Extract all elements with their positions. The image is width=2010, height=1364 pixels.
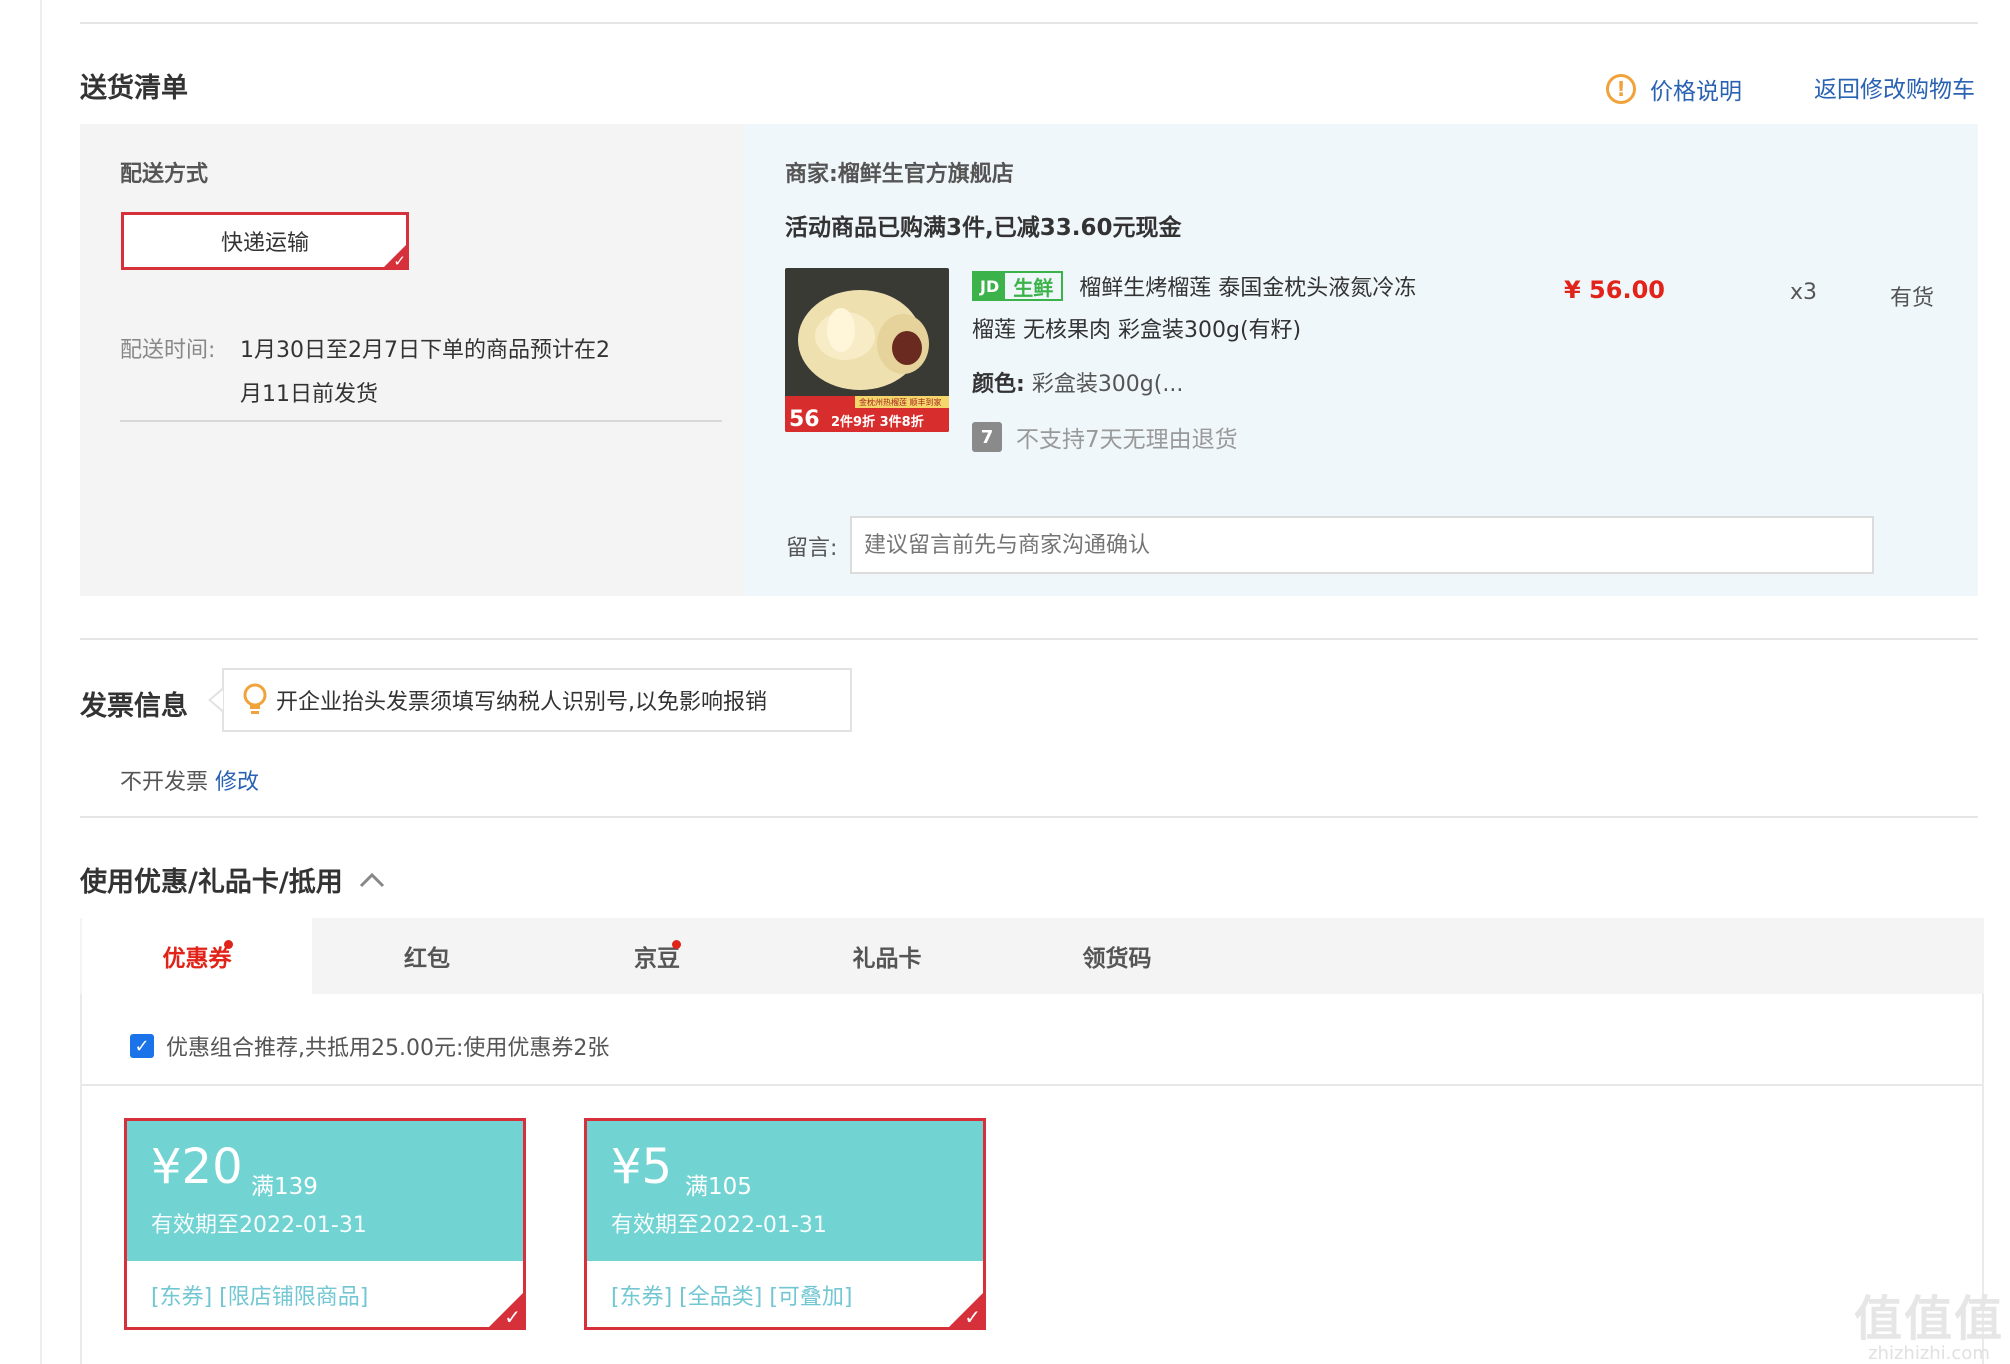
tab-gift-card[interactable]: 礼品卡 xyxy=(772,918,1002,994)
durian-image: 56 2件9折 3件8折 金枕州热榴莲 顺丰到家 xyxy=(785,268,949,432)
tab-gift-card-label: 礼品卡 xyxy=(852,946,922,972)
tab-jd-beans-dot xyxy=(672,940,681,949)
tip-arrow-inner xyxy=(211,690,223,710)
express-option-button[interactable]: 快递运输 ✓ xyxy=(121,212,409,270)
coupon-tags: [东券] [全品类] [可叠加] xyxy=(611,1285,853,1310)
tab-coupons-label: 优惠券 xyxy=(162,946,232,972)
coupon-validity: 有效期至2022-01-31 xyxy=(611,1213,827,1238)
invoice-status: 不开发票 xyxy=(120,770,209,795)
product-image[interactable]: 56 2件9折 3件8折 金枕州热榴莲 顺丰到家 xyxy=(785,268,949,432)
product-color-row: 颜色: 彩盒装300g(... xyxy=(972,366,1183,398)
fresh-badge-label: 生鲜 xyxy=(1013,275,1054,300)
coupon-amount: ¥5 xyxy=(611,1139,673,1195)
product-title-line2[interactable]: 榴莲 无核果肉 彩盒装300g(有籽) xyxy=(972,312,1301,344)
tab-jd-beans[interactable]: 京豆 xyxy=(542,918,772,994)
recommend-checkbox[interactable]: ✓ xyxy=(130,1034,154,1058)
coupon-selected-icon: ✓ xyxy=(946,1290,986,1330)
coupon-header: ¥20 满139 有效期至2022-01-31 xyxy=(127,1121,523,1261)
delivery-time-label: 配送时间: xyxy=(120,338,216,363)
delivery-time-line1: 1月30日至2月7日下单的商品预计在2 xyxy=(240,338,610,363)
price-note-label: 价格说明 xyxy=(1650,79,1742,105)
fresh-badge: JD 生鲜 xyxy=(972,271,1064,301)
fresh-icon: JD xyxy=(974,273,1006,299)
product-title-line1[interactable]: 榴鲜生烤榴莲 泰国金枕头液氮冷冻 xyxy=(1079,270,1416,302)
tab-coupons-dot xyxy=(224,940,233,949)
recommend-divider xyxy=(82,1084,1982,1086)
img-top: 金枕州热榴莲 顺丰到家 xyxy=(859,397,942,407)
discounts-title: 使用优惠/礼品卡/抵用 xyxy=(80,867,343,898)
color-label: 颜色: xyxy=(972,372,1025,397)
tab-coupons[interactable]: 优惠券 xyxy=(82,918,312,994)
message-input[interactable] xyxy=(850,516,1874,574)
back-to-cart-link[interactable]: 返回修改购物车 xyxy=(1814,70,1975,104)
tab-red-packet[interactable]: 红包 xyxy=(312,918,542,994)
shipping-method-label: 配送方式 xyxy=(120,162,209,187)
recommend-text: 优惠组合推荐,共抵用25.00元:使用优惠券2张 xyxy=(166,1036,610,1061)
coupon-condition: 满105 xyxy=(685,1174,752,1200)
invoice-tip: 开企业抬头发票须填写纳税人识别号,以免影响报销 xyxy=(222,668,852,732)
invoice-tip-text: 开企业抬头发票须填写纳税人识别号,以免影响报销 xyxy=(276,690,767,715)
watermark-url: zhizhizhi.com xyxy=(1868,1343,1990,1364)
tab-red-packet-label: 红包 xyxy=(404,946,450,972)
tab-pickup-code[interactable]: 领货码 xyxy=(1002,918,1232,994)
watermark-logo: 值值值 xyxy=(1853,1291,2004,1347)
product-price: ¥ 56.00 xyxy=(1564,276,1665,304)
return-policy-text: 不支持7天无理由退货 xyxy=(1016,427,1238,453)
coupon-card[interactable]: ¥20 满139 有效期至2022-01-31 [东券] [限店铺限商品] ✓ xyxy=(124,1118,526,1330)
tab-pickup-code-label: 领货码 xyxy=(1082,946,1152,972)
return-policy-row: 7 不支持7天无理由退货 xyxy=(972,420,1238,454)
delivery-title: 送货清单 xyxy=(80,73,188,104)
no-return-icon: 7 xyxy=(972,422,1002,452)
product-title-row: JD 生鲜 榴鲜生烤榴莲 泰国金枕头液氮冷冻 xyxy=(972,270,1416,302)
coupon-tags: [东券] [限店铺限商品] xyxy=(151,1285,369,1310)
invoice-status-row: 不开发票 修改 xyxy=(120,764,259,796)
watermark: 值值值 zhizhizhi.com xyxy=(1854,1295,2004,1364)
lightbulb-icon xyxy=(243,683,267,714)
merchant-name: 商家:榴鲜生官方旗舰店 xyxy=(785,162,1014,187)
warning-icon: ! xyxy=(1606,74,1636,104)
product-stock: 有货 xyxy=(1890,286,1935,311)
delivery-time-line2: 月11日前发货 xyxy=(240,382,378,407)
coupon-header: ¥5 满105 有效期至2022-01-31 xyxy=(587,1121,983,1261)
express-option-label: 快递运输 xyxy=(220,231,309,256)
promo-text: 活动商品已购满3件,已减33.60元现金 xyxy=(785,215,1182,241)
shipping-divider xyxy=(120,420,722,422)
divider-invoice xyxy=(80,638,1978,640)
price-note-link[interactable]: ! 价格说明 xyxy=(1606,72,1742,106)
divider-discounts xyxy=(80,816,1978,818)
coupon-condition: 满139 xyxy=(251,1174,318,1200)
coupon-selected-icon: ✓ xyxy=(486,1290,526,1330)
chevron-up-icon xyxy=(359,872,384,887)
img-price: 56 xyxy=(789,407,820,432)
coupon-card[interactable]: ¥5 满105 有效期至2022-01-31 [东券] [全品类] [可叠加] … xyxy=(584,1118,986,1330)
invoice-title: 发票信息 xyxy=(80,691,188,722)
coupon-amount: ¥20 xyxy=(151,1139,243,1195)
product-quantity: x3 xyxy=(1790,280,1818,305)
recommend-row: ✓ 优惠组合推荐,共抵用25.00元:使用优惠券2张 xyxy=(130,1030,609,1062)
divider-top xyxy=(80,22,1978,24)
invoice-edit-link[interactable]: 修改 xyxy=(215,770,259,795)
selected-check-icon: ✓ xyxy=(381,242,409,270)
color-value: 彩盒装300g(... xyxy=(1031,372,1184,397)
coupon-validity: 有效期至2022-01-31 xyxy=(151,1213,367,1238)
left-border-line xyxy=(40,0,42,1364)
img-promo: 2件9折 3件8折 xyxy=(831,414,924,430)
message-label: 留言: xyxy=(786,536,838,561)
discounts-header[interactable]: 使用优惠/礼品卡/抵用 xyxy=(80,860,387,899)
